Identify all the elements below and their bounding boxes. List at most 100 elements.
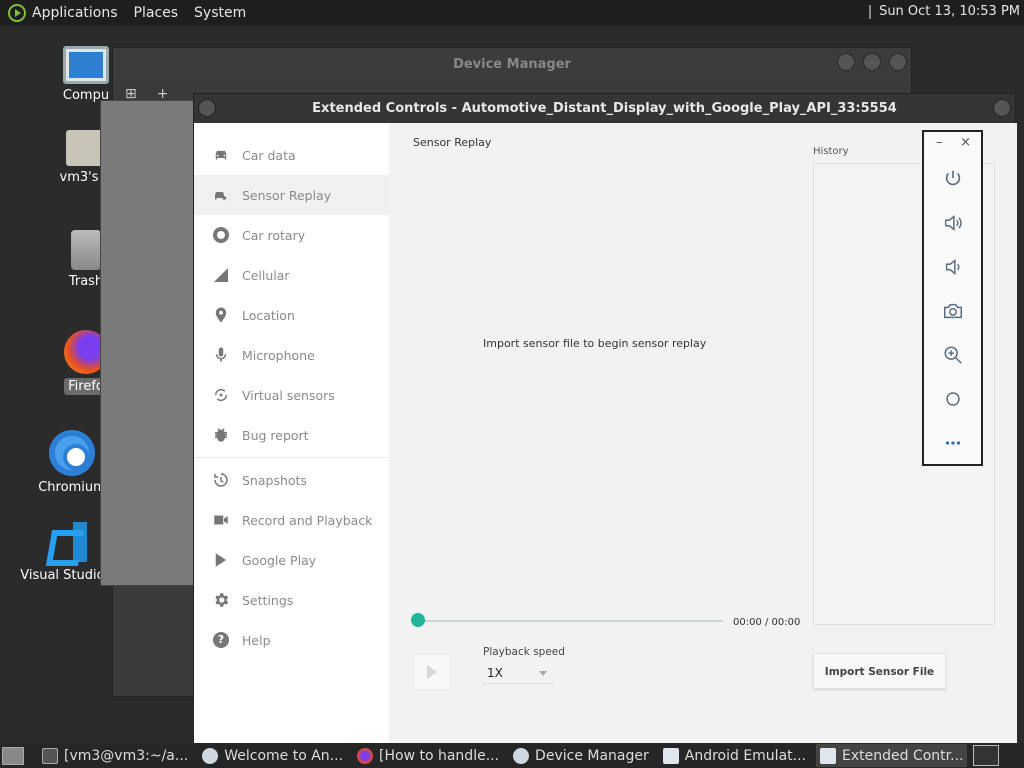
close-button[interactable]: × bbox=[960, 135, 971, 157]
chromium-icon bbox=[49, 430, 95, 476]
rotate-icon bbox=[212, 386, 230, 404]
terminal-icon bbox=[42, 747, 58, 764]
android-studio-icon bbox=[202, 747, 219, 764]
video-camera-icon bbox=[212, 511, 230, 529]
nav-label: Snapshots bbox=[242, 472, 307, 488]
window-menu-button[interactable] bbox=[198, 99, 216, 117]
nav-car-rotary[interactable]: Car rotary bbox=[194, 215, 389, 255]
seek-bar-handle[interactable] bbox=[411, 613, 425, 627]
nav-label: Sensor Replay bbox=[242, 187, 332, 203]
nav-location[interactable]: Location bbox=[194, 295, 389, 335]
distro-logo-icon[interactable] bbox=[8, 3, 26, 22]
emulator-icon bbox=[662, 747, 679, 764]
power-icon bbox=[945, 170, 960, 186]
extended-controls-titlebar[interactable]: Extended Controls - Automotive_Distant_D… bbox=[194, 94, 1015, 123]
home-circle-icon bbox=[945, 392, 960, 406]
nav-label: Virtual sensors bbox=[242, 387, 335, 403]
applications-menu[interactable]: Applications bbox=[32, 5, 118, 21]
task-label: [How to handle... bbox=[379, 747, 500, 764]
task-extended-controls[interactable]: Extended Contr... bbox=[816, 744, 968, 767]
car-replay-icon bbox=[212, 186, 230, 204]
taskbar: [vm3@vm3:~/a... Welcome to An... [How to… bbox=[0, 743, 1024, 768]
gear-icon bbox=[212, 591, 230, 609]
nav-car-data[interactable]: Car data bbox=[194, 135, 389, 175]
nav-label: Help bbox=[242, 632, 271, 648]
device-manager-title[interactable]: Device Manager bbox=[113, 48, 911, 81]
nav-record-and-playback[interactable]: Record and Playback bbox=[194, 500, 389, 540]
more-button[interactable] bbox=[924, 421, 981, 465]
emulator-icon bbox=[820, 747, 836, 764]
microphone-icon bbox=[212, 346, 230, 364]
zoom-button[interactable] bbox=[924, 333, 981, 377]
car-icon bbox=[212, 146, 230, 164]
nav-snapshots[interactable]: Snapshots bbox=[194, 460, 389, 500]
task-label: Android Emulat... bbox=[684, 747, 806, 764]
history-icon bbox=[212, 471, 230, 489]
seek-bar-track[interactable] bbox=[413, 620, 723, 622]
nav-cellular[interactable]: Cellular bbox=[194, 255, 389, 295]
volume-down-button[interactable] bbox=[924, 245, 981, 289]
system-menu[interactable]: System bbox=[194, 5, 246, 21]
chevron-down-icon bbox=[539, 671, 547, 676]
emulator-toolbar-header: – × bbox=[924, 132, 981, 157]
task-welcome-android-studio[interactable]: Welcome to An... bbox=[198, 744, 347, 767]
emulator-toolbar: – × bbox=[922, 130, 983, 466]
nav-settings[interactable]: Settings bbox=[194, 580, 389, 620]
window-controls bbox=[837, 53, 907, 71]
power-button[interactable] bbox=[924, 157, 981, 201]
workspace-switcher[interactable] bbox=[973, 745, 1000, 766]
task-android-emulator[interactable]: Android Emulat... bbox=[659, 744, 810, 767]
task-device-manager[interactable]: Device Manager bbox=[509, 744, 653, 767]
maximize-button[interactable] bbox=[863, 53, 881, 71]
nav-help[interactable]: ? Help bbox=[194, 620, 389, 660]
trash-icon bbox=[71, 230, 101, 270]
nav-microphone[interactable]: Microphone bbox=[194, 335, 389, 375]
task-firefox[interactable]: [How to handle... bbox=[353, 744, 503, 767]
volume-down-icon bbox=[945, 259, 960, 275]
close-button[interactable] bbox=[889, 53, 907, 71]
firefox-icon bbox=[357, 747, 374, 764]
close-button[interactable] bbox=[993, 99, 1011, 117]
extended-controls-window: Extended Controls - Automotive_Distant_D… bbox=[193, 93, 1017, 743]
vscode-icon bbox=[47, 520, 91, 564]
clock[interactable]: Sun Oct 13, 10:53 PM bbox=[869, 4, 1020, 19]
top-panel: Applications Places System Sun Oct 13, 1… bbox=[0, 0, 1024, 25]
bug-icon bbox=[212, 426, 230, 444]
empty-state-message: Import sensor file to begin sensor repla… bbox=[483, 337, 707, 350]
computer-icon bbox=[63, 46, 109, 84]
screenshot-button[interactable] bbox=[924, 289, 981, 333]
task-terminal[interactable]: [vm3@vm3:~/a... bbox=[38, 744, 192, 767]
nav-label: Car data bbox=[242, 147, 296, 163]
nav-bug-report[interactable]: Bug report bbox=[194, 415, 389, 455]
play-button[interactable] bbox=[413, 654, 451, 690]
home-button[interactable] bbox=[924, 377, 981, 421]
task-label: Welcome to An... bbox=[224, 747, 344, 764]
clock-text: Sun Oct 13, 10:53 PM bbox=[879, 4, 1020, 19]
minimize-button[interactable]: – bbox=[936, 135, 943, 157]
nav-label: Microphone bbox=[242, 347, 315, 363]
history-label: History bbox=[813, 146, 849, 157]
places-menu[interactable]: Places bbox=[134, 5, 179, 21]
minimize-button[interactable] bbox=[837, 53, 855, 71]
nav-sensor-replay[interactable]: Sensor Replay bbox=[194, 175, 389, 215]
android-emulator-window[interactable] bbox=[100, 100, 200, 586]
volume-up-button[interactable] bbox=[924, 201, 981, 245]
playback-speed-label: Playback speed bbox=[483, 646, 565, 658]
nav-label: Car rotary bbox=[242, 227, 306, 243]
window-title: Extended Controls - Automotive_Distant_D… bbox=[312, 101, 897, 116]
import-sensor-file-button[interactable]: Import Sensor File bbox=[813, 653, 946, 689]
show-desktop-button[interactable] bbox=[2, 746, 24, 765]
playback-speed-select[interactable]: 1X bbox=[483, 662, 553, 684]
nav-label: Google Play bbox=[242, 552, 317, 568]
volume-up-icon bbox=[944, 215, 962, 231]
extended-controls-sidebar: Car data Sensor Replay Car rotary Cellul… bbox=[194, 123, 389, 743]
nav-label: Record and Playback bbox=[242, 512, 373, 528]
rotary-icon bbox=[212, 226, 230, 244]
nav-virtual-sensors[interactable]: Virtual sensors bbox=[194, 375, 389, 415]
nav-google-play[interactable]: Google Play bbox=[194, 540, 389, 580]
signal-icon bbox=[212, 266, 230, 284]
nav-label: Location bbox=[242, 307, 295, 323]
playback-speed-value: 1X bbox=[487, 666, 503, 680]
more-icon bbox=[945, 441, 960, 445]
task-label: [vm3@vm3:~/a... bbox=[64, 747, 189, 764]
